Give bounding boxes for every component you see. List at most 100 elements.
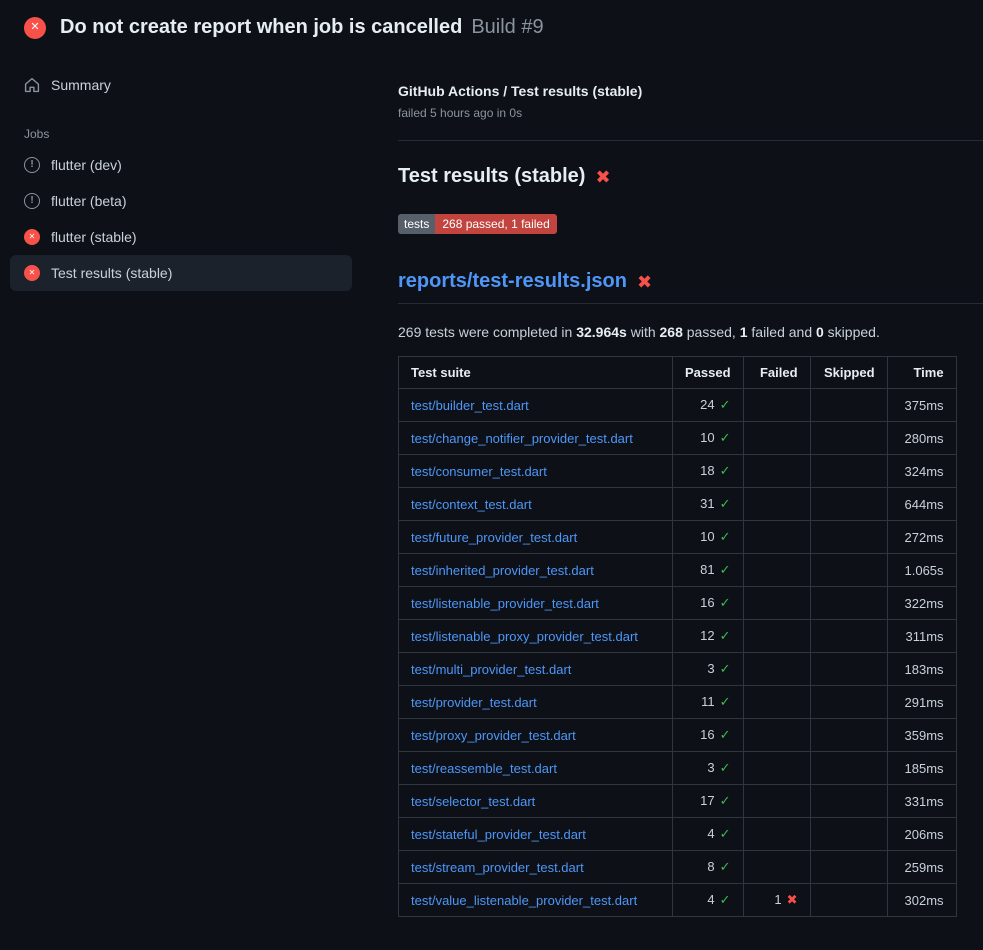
results-table: Test suite Passed Failed Skipped Time te… <box>398 356 957 917</box>
suite-cell: test/multi_provider_test.dart <box>399 653 673 686</box>
suite-link[interactable]: test/inherited_provider_test.dart <box>411 563 594 578</box>
passed-count: 17 <box>700 793 714 808</box>
passed-count: 4 <box>707 892 714 907</box>
sidebar-item-test-results-stable[interactable]: ✕Test results (stable) <box>10 255 352 291</box>
check-run-header: ✕ Do not create report when job is cance… <box>0 0 983 51</box>
badge-label: tests <box>398 214 435 234</box>
time-cell: 291ms <box>887 686 956 719</box>
report-link[interactable]: reports/test-results.json <box>398 270 627 293</box>
column-header-test-suite: Test suite <box>399 357 673 389</box>
skipped-cell <box>810 455 887 488</box>
check-icon: ✓ <box>720 892 731 907</box>
sidebar-item-label: Test results (stable) <box>51 265 172 281</box>
suite-link[interactable]: test/stream_provider_test.dart <box>411 860 584 875</box>
check-icon: ✓ <box>720 694 731 709</box>
time-cell: 644ms <box>887 488 956 521</box>
table-row: test/listenable_proxy_provider_test.dart… <box>399 620 957 653</box>
jobs-section-label: Jobs <box>24 127 352 141</box>
passed-count: 8 <box>707 859 714 874</box>
summary-segment: with <box>627 324 660 340</box>
suite-cell: test/stream_provider_test.dart <box>399 851 673 884</box>
table-row: test/stream_provider_test.dart8✓259ms <box>399 851 957 884</box>
table-row: test/listenable_provider_test.dart 16✓ 322… <box>399 587 957 620</box>
suite-link[interactable]: test/listenable_proxy_provider_test.dart <box>411 629 638 644</box>
passed-cell: 10✓ <box>673 422 744 455</box>
sidebar-item-flutter-stable[interactable]: ✕flutter (stable) <box>10 219 352 255</box>
table-row: test/future_provider_test.dart10✓272ms <box>399 521 957 554</box>
status-line: failed 5 hours ago in 0s <box>398 106 983 120</box>
time-cell: 311ms <box>887 620 956 653</box>
suite-link[interactable]: test/provider_test.dart <box>411 695 537 710</box>
suite-cell: test/reassemble_test.dart <box>399 752 673 785</box>
sidebar-item-label: flutter (dev) <box>51 157 122 173</box>
table-row: test/selector_test.dart17✓331ms <box>399 785 957 818</box>
failed-cell <box>743 620 810 653</box>
failed-cell <box>743 488 810 521</box>
suite-cell: test/future_provider_test.dart <box>399 521 673 554</box>
badge-row: tests 268 passed, 1 failed <box>398 188 983 234</box>
passed-count: 4 <box>707 826 714 841</box>
skipped-cell <box>810 389 887 422</box>
summary-segment: 32.964s <box>576 324 627 340</box>
suite-link[interactable]: test/stateful_provider_test.dart <box>411 827 586 842</box>
sidebar-item-flutter-beta[interactable]: !flutter (beta) <box>10 183 352 219</box>
passed-cell: 24✓ <box>673 389 744 422</box>
suite-link[interactable]: test/context_test.dart <box>411 497 532 512</box>
suite-link[interactable]: test/proxy_provider_test.dart <box>411 728 576 743</box>
column-header-failed: Failed <box>743 357 810 389</box>
suite-link[interactable]: test/listenable_provider_test.dart <box>411 596 599 611</box>
main-content: GitHub Actions / Test results (stable) f… <box>374 51 983 917</box>
suite-link[interactable]: test/selector_test.dart <box>411 794 535 809</box>
time-cell: 183ms <box>887 653 956 686</box>
time-cell: 206ms <box>887 818 956 851</box>
passed-cell: 17✓ <box>673 785 744 818</box>
skipped-cell <box>810 752 887 785</box>
table-row: test/inherited_provider_test.dart81✓1.06… <box>399 554 957 587</box>
breadcrumb: GitHub Actions / Test results (stable) <box>398 83 983 99</box>
suite-link[interactable]: test/consumer_test.dart <box>411 464 547 479</box>
summary-text: 269 tests were completed in 32.964s with… <box>398 324 983 340</box>
check-title: Test results (stable) ✖ <box>398 165 983 188</box>
suite-cell: test/change_notifier_provider_test.dart <box>399 422 673 455</box>
summary-segment: 1 <box>740 324 748 340</box>
passed-count: 24 <box>700 397 714 412</box>
skipped-cell <box>810 422 887 455</box>
time-cell: 324ms <box>887 455 956 488</box>
check-icon: ✓ <box>720 628 731 643</box>
check-icon: ✓ <box>720 727 731 742</box>
passed-cell: 16✓ <box>673 587 744 620</box>
suite-cell: test/provider_test.dart <box>399 686 673 719</box>
neutral-icon: ! <box>24 157 40 173</box>
suite-cell: test/stateful_provider_test.dart <box>399 818 673 851</box>
badge-value: 268 passed, 1 failed <box>435 214 556 234</box>
summary-segment: skipped. <box>824 324 880 340</box>
suite-link[interactable]: test/future_provider_test.dart <box>411 530 577 545</box>
column-header-time: Time <box>887 357 956 389</box>
passed-cell: 18✓ <box>673 455 744 488</box>
build-number: Build #9 <box>471 16 543 39</box>
passed-count: 3 <box>707 661 714 676</box>
suite-cell: test/proxy_provider_test.dart <box>399 719 673 752</box>
time-cell: 322ms <box>887 587 956 620</box>
skipped-cell <box>810 719 887 752</box>
suite-cell: test/listenable_proxy_provider_test.dart <box>399 620 673 653</box>
passed-cell: 31✓ <box>673 488 744 521</box>
check-icon: ✓ <box>720 760 731 775</box>
suite-link[interactable]: test/builder_test.dart <box>411 398 529 413</box>
suite-link[interactable]: test/value_listenable_provider_test.dart <box>411 893 637 908</box>
sidebar-item-flutter-dev[interactable]: ! flutter (dev) <box>10 147 352 183</box>
failed-cell <box>743 851 810 884</box>
suite-link[interactable]: test/reassemble_test.dart <box>411 761 557 776</box>
time-cell: 185ms <box>887 752 956 785</box>
table-row: test/proxy_provider_test.dart16✓359ms <box>399 719 957 752</box>
suite-link[interactable]: test/multi_provider_test.dart <box>411 662 571 677</box>
passed-cell: 12✓ <box>673 620 744 653</box>
suite-link[interactable]: test/change_notifier_provider_test.dart <box>411 431 633 446</box>
table-row: test/stateful_provider_test.dart4✓206ms <box>399 818 957 851</box>
suite-cell: test/context_test.dart <box>399 488 673 521</box>
sidebar-item-summary[interactable]: Summary <box>10 67 352 103</box>
skipped-cell <box>810 818 887 851</box>
check-icon: ✓ <box>720 661 731 676</box>
suite-cell: test/inherited_provider_test.dart <box>399 554 673 587</box>
time-cell: 1.065s <box>887 554 956 587</box>
